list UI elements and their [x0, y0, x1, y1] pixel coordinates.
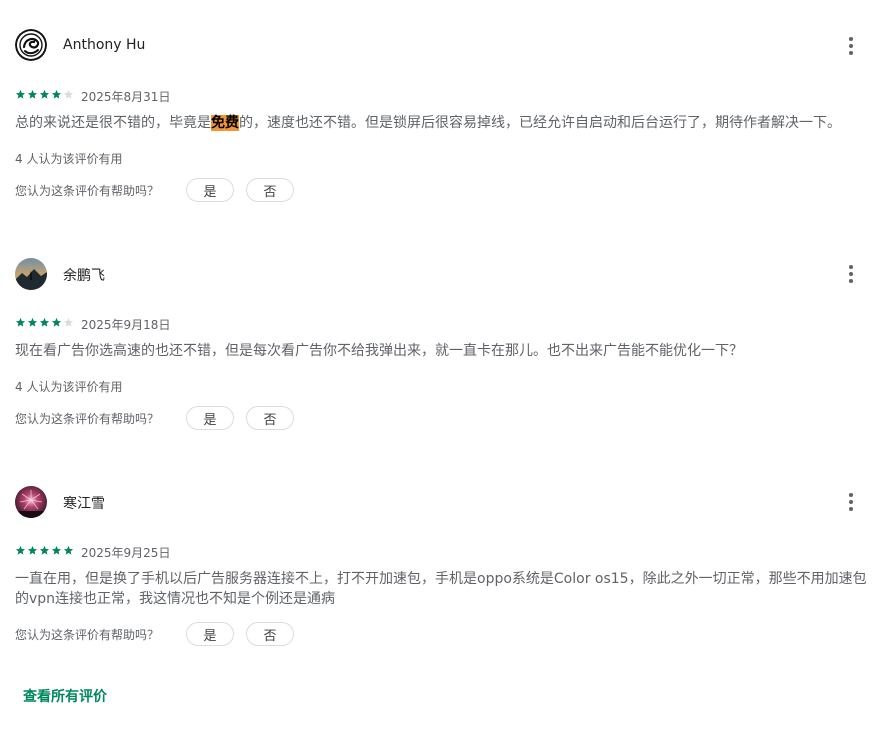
dragon-emblem-icon: [15, 29, 47, 61]
review-author: 余鹏飞: [63, 268, 105, 284]
star-filled-icon: [39, 317, 50, 327]
review-author: Anthony Hu: [63, 37, 146, 53]
helpful-no-button[interactable]: 否: [246, 178, 294, 202]
helpful-yes-button[interactable]: 是: [186, 622, 234, 646]
avatar: [15, 29, 47, 61]
star-filled-icon: [39, 89, 50, 99]
more-options-icon[interactable]: [838, 489, 864, 515]
review-date: 2025年8月31日: [81, 90, 171, 104]
star-filled-icon: [27, 317, 38, 327]
star-filled-icon: [51, 545, 62, 555]
star-rating: [15, 545, 74, 556]
helpful-question: 您认为这条评价有帮助吗？: [15, 412, 160, 426]
star-rating: [15, 317, 74, 328]
highlighted-term: 免费: [211, 115, 239, 131]
review-author: 寒江雪: [63, 496, 105, 512]
helpful-count: 4 人认为该评价有用: [15, 380, 123, 394]
fireworks-photo-icon: [15, 486, 47, 518]
star-filled-icon: [27, 89, 38, 99]
see-all-reviews-link[interactable]: 查看所有评价: [23, 686, 107, 706]
star-filled-icon: [51, 317, 62, 327]
review-text: 总的来说还是很不错的，毕竟是免费的，速度也还不错。但是锁屏后很容易掉线，已经允许…: [15, 115, 841, 131]
mountain-photo-icon: [15, 258, 47, 290]
helpful-no-button[interactable]: 否: [246, 622, 294, 646]
review-date: 2025年9月25日: [81, 546, 171, 560]
helpful-question: 您认为这条评价有帮助吗？: [15, 184, 160, 198]
helpful-yes-button[interactable]: 是: [186, 406, 234, 430]
review-text: 现在看广告你选高速的也还不错，但是每次看广告你不给我弹出来，就一直卡在那儿。也不…: [15, 343, 743, 359]
star-filled-icon: [39, 545, 50, 555]
star-filled-icon: [51, 89, 62, 99]
avatar: [15, 258, 47, 290]
avatar: [15, 486, 47, 518]
star-filled-icon: [15, 317, 26, 327]
helpful-yes-button[interactable]: 是: [186, 178, 234, 202]
more-options-icon[interactable]: [838, 261, 864, 287]
star-filled-icon: [63, 545, 74, 555]
star-rating: [15, 89, 74, 100]
helpful-no-button[interactable]: 否: [246, 406, 294, 430]
star-empty-icon: [63, 89, 74, 99]
review-text: 一直在用，但是换了手机以后广告服务器连接不上，打不开加速包，手机是oppo系统是…: [15, 571, 867, 607]
star-empty-icon: [63, 317, 74, 327]
star-filled-icon: [15, 545, 26, 555]
helpful-question: 您认为这条评价有帮助吗？: [15, 628, 160, 642]
review-date: 2025年9月18日: [81, 318, 171, 332]
star-filled-icon: [15, 89, 26, 99]
more-options-icon[interactable]: [838, 33, 864, 59]
helpful-count: 4 人认为该评价有用: [15, 152, 123, 166]
star-filled-icon: [27, 545, 38, 555]
